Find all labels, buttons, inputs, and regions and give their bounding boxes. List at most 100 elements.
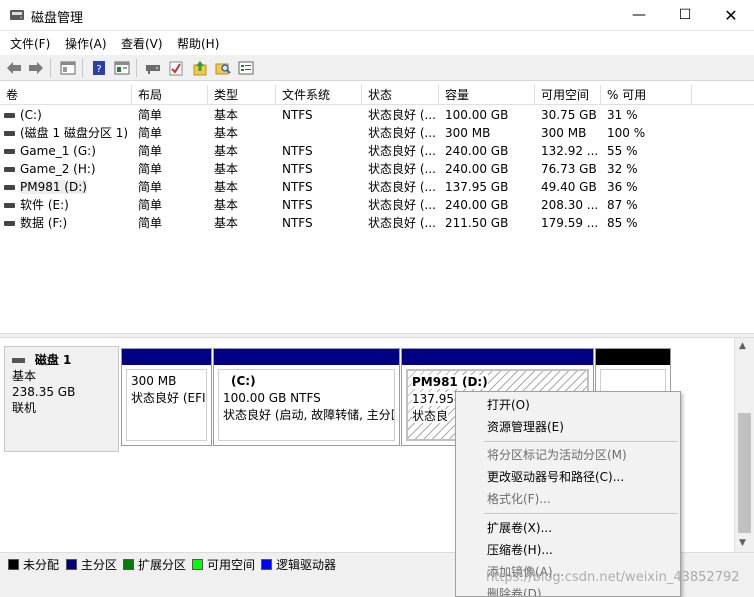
cell-type: 基本 — [208, 142, 276, 160]
cell-free-space: 208.30 ... — [535, 196, 601, 214]
column-header-status[interactable]: 状态 — [362, 85, 439, 105]
volume-icon — [4, 167, 15, 172]
maximize-button[interactable]: ☐ — [662, 0, 708, 31]
settings-icon[interactable] — [236, 58, 256, 78]
table-row[interactable]: (C:) 简单 基本 NTFS 状态良好 (... 100.00 GB 30.75 GB 31… — [0, 106, 754, 124]
cell-percent-free: 36 % — [601, 178, 692, 196]
scroll-up-icon[interactable]: ▲ — [739, 341, 746, 351]
column-header-filler — [692, 85, 754, 105]
search-folder-icon[interactable] — [213, 58, 233, 78]
table-row[interactable]: Game_2 (H:) 简单 基本 NTFS 状态良好 (... 240.00 GB 76.… — [0, 160, 754, 178]
cell-percent-free: 32 % — [601, 160, 692, 178]
legend-swatch — [261, 559, 272, 570]
cell-type-text: 基本 — [214, 144, 239, 158]
cell-volume-text: PM981 (D:) — [20, 180, 87, 194]
scroll-thumb[interactable] — [738, 413, 751, 533]
menu-item-open[interactable]: 打开(O) — [456, 394, 680, 416]
cell-percent-free-text: 85 % — [607, 216, 638, 230]
cell-volume: PM981 (D:) — [0, 178, 132, 196]
volume-icon — [4, 113, 15, 118]
menu-help[interactable]: 帮助(H) — [177, 35, 219, 52]
menu-item-delete-volume[interactable]: 删除卷(D)... — [456, 583, 680, 596]
table-row[interactable]: Game_1 (G:) 简单 基本 NTFS 状态良好 (... 240.00 GB 132… — [0, 142, 754, 160]
title-bar: 磁盘管理 — ☐ ✕ — [0, 0, 754, 31]
cell-status: 状态良好 (... — [362, 106, 439, 124]
menu-item-change-drive-letter[interactable]: 更改驱动器号和路径(C)... — [456, 466, 680, 488]
partition-status: 状态良 — [412, 409, 449, 423]
legend-swatch — [192, 559, 203, 570]
graph-scrollbar[interactable]: ▲ ▼ — [734, 338, 754, 552]
table-row[interactable]: (磁盘 1 磁盘分区 1) 简单 基本 状态良好 (... 300 MB 300 MB 10… — [0, 124, 754, 142]
menu-item-shrink-volume[interactable]: 压缩卷(H)... — [456, 539, 680, 561]
volume-list: 卷 布局 类型 文件系统 状态 容量 可用空间 % 可用 (C:) 简单 基本 NTF… — [0, 85, 754, 333]
close-button[interactable]: ✕ — [708, 0, 754, 31]
legend-label: 主分区 — [81, 558, 118, 572]
menu-item-format[interactable]: 格式化(F)... — [456, 488, 680, 510]
cell-volume: (C:) — [0, 106, 132, 124]
legend-label: 可用空间 — [207, 558, 256, 572]
properties-icon[interactable] — [112, 58, 132, 78]
check-icon[interactable] — [166, 58, 186, 78]
forward-icon[interactable] — [26, 58, 46, 78]
cell-filesystem: NTFS — [276, 196, 362, 214]
back-icon[interactable] — [4, 58, 24, 78]
cell-volume: (磁盘 1 磁盘分区 1) — [0, 124, 132, 142]
partition-size: 100.00 GB NTFS — [223, 391, 321, 405]
disk-info-box[interactable]: 磁盘 1 基本 238.35 GB 联机 — [4, 346, 119, 452]
cell-type-text: 基本 — [214, 180, 239, 194]
partition-title: (C:) — [231, 374, 256, 388]
cell-status: 状态良好 (... — [362, 196, 439, 214]
legend-swatch — [66, 559, 77, 570]
cell-free-space: 179.59 ... — [535, 214, 601, 232]
cell-filesystem-text: NTFS — [282, 180, 313, 194]
column-header-free-space[interactable]: 可用空间 — [535, 85, 601, 105]
watermark: https://blog.csdn.net/weixin_43852792 — [486, 570, 740, 585]
upload-folder-icon[interactable] — [190, 58, 210, 78]
menu-item-extend-volume[interactable]: 扩展卷(X)... — [456, 517, 680, 539]
column-header-layout[interactable]: 布局 — [132, 85, 208, 105]
partition-c[interactable]: (C:) 100.00 GB NTFS 状态良好 (启动, 故障转储, 主分区 — [213, 348, 400, 446]
legend-label: 逻辑驱动器 — [276, 558, 337, 572]
table-row[interactable]: 数据 (F:) 简单 基本 NTFS 状态良好 (... 211.50 GB 179.59 … — [0, 214, 754, 232]
partition-title: PM981 (D:) — [412, 375, 488, 389]
cell-layout: 简单 — [132, 214, 208, 232]
help-icon[interactable]: ? — [89, 58, 109, 78]
column-header-volume[interactable]: 卷 — [0, 85, 132, 105]
cell-type-text: 基本 — [214, 198, 239, 212]
legend-logical-drive: 逻辑驱动器 — [261, 556, 336, 573]
cell-status-text: 状态良好 (... — [368, 180, 436, 194]
menu-action[interactable]: 操作(A) — [65, 35, 107, 52]
table-row[interactable]: PM981 (D:) 简单 基本 NTFS 状态良好 (... 137.95 GB 49.4… — [0, 178, 754, 196]
cell-volume: 软件 (E:) — [0, 196, 132, 214]
console-tree-icon[interactable] — [58, 58, 78, 78]
toolbar-separator — [50, 59, 51, 77]
scroll-down-icon[interactable]: ▼ — [739, 538, 746, 548]
menu-view[interactable]: 查看(V) — [121, 35, 163, 52]
cell-free-space-text: 30.75 GB — [541, 108, 597, 122]
column-header-capacity[interactable]: 容量 — [439, 85, 535, 105]
column-header-percent-free[interactable]: % 可用 — [601, 85, 692, 105]
column-header-filesystem[interactable]: 文件系统 — [276, 85, 362, 105]
svg-text:?: ? — [96, 64, 101, 75]
cell-capacity-text: 137.95 GB — [445, 180, 509, 194]
cell-layout: 简单 — [132, 124, 208, 142]
cell-percent-free: 87 % — [601, 196, 692, 214]
unallocated-bar — [596, 349, 670, 365]
column-header-type[interactable]: 类型 — [208, 85, 276, 105]
connect-drive-icon[interactable] — [143, 58, 163, 78]
table-row[interactable]: 软件 (E:) 简单 基本 NTFS 状态良好 (... 240.00 GB 208.30 … — [0, 196, 754, 214]
cell-capacity: 240.00 GB — [439, 142, 535, 160]
menu-bar: 文件(F) 操作(A) 查看(V) 帮助(H) — [0, 32, 754, 54]
menu-item-explorer[interactable]: 资源管理器(E) — [456, 416, 680, 438]
minimize-button[interactable]: — — [616, 0, 662, 31]
cell-volume: 数据 (F:) — [0, 214, 132, 232]
menu-item-mark-active[interactable]: 将分区标记为活动分区(M) — [456, 444, 680, 466]
context-menu: 打开(O) 资源管理器(E) 将分区标记为活动分区(M) 更改驱动器号和路径(C… — [455, 391, 681, 597]
cell-type: 基本 — [208, 124, 276, 142]
partition-efi[interactable]: 300 MB 状态良好 (EFI — [121, 348, 212, 446]
cell-type-text: 基本 — [214, 216, 239, 230]
cell-type: 基本 — [208, 178, 276, 196]
legend-extended: 扩展分区 — [123, 556, 186, 573]
menu-file[interactable]: 文件(F) — [10, 35, 50, 52]
legend-swatch — [8, 559, 19, 570]
